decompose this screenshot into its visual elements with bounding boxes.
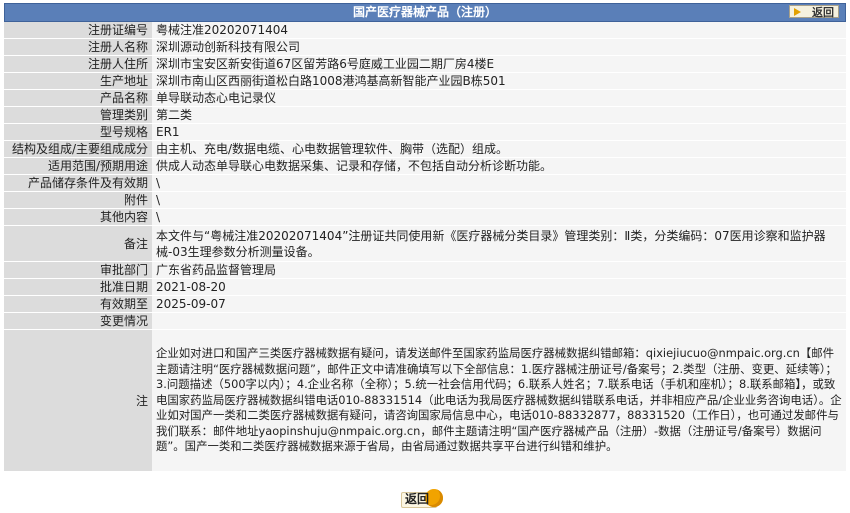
table-row: 生产地址 深圳市南山区西丽街道松白路1008港鸿基高新智能产业园B栋501: [4, 72, 846, 90]
field-value: 企业如对进口和国产三类医疗器械数据有疑问，请发送邮件至国家药监局医疗器械数据纠错…: [152, 329, 846, 472]
detail-table: 注册证编号 粤械注准20202071404 注册人名称 深圳源动创新科技有限公司…: [4, 22, 846, 472]
field-label: 批准日期: [4, 278, 152, 296]
table-row: 审批部门 广东省药品监督管理局: [4, 261, 846, 279]
table-row: 注册证编号 粤械注准20202071404: [4, 22, 846, 39]
field-value: 由主机、充电/数据电缆、心电数据管理软件、胸带（选配）组成。: [152, 140, 846, 158]
field-label: 生产地址: [4, 72, 152, 90]
field-value: \: [152, 191, 846, 209]
back-button-label: 返回: [812, 6, 834, 19]
field-label: 变更情况: [4, 312, 152, 330]
field-label: 注册人名称: [4, 38, 152, 56]
field-label: 其他内容: [4, 208, 152, 226]
field-label: 注: [4, 329, 152, 472]
field-label: 型号规格: [4, 123, 152, 141]
arrow-right-icon: [794, 8, 801, 16]
field-label: 注册证编号: [4, 22, 152, 39]
field-value: 单导联动态心电记录仪: [152, 89, 846, 107]
field-value: 第二类: [152, 106, 846, 124]
field-label: 备注: [4, 225, 152, 262]
field-label: 有效期至: [4, 295, 152, 313]
table-row: 注 企业如对进口和国产三类医疗器械数据有疑问，请发送邮件至国家药监局医疗器械数据…: [4, 329, 846, 472]
table-row: 注册人住所 深圳市宝安区新安街道67区留芳路6号庭威工业园二期厂房4楼E: [4, 55, 846, 73]
field-label: 结构及组成/主要组成成分: [4, 140, 152, 158]
field-label: 适用范围/预期用途: [4, 157, 152, 175]
field-label: 审批部门: [4, 261, 152, 279]
field-value: \: [152, 208, 846, 226]
table-row: 适用范围/预期用途 供成人动态单导联心电数据采集、记录和存储，不包括自动分析诊断…: [4, 157, 846, 175]
table-row: 产品名称 单导联动态心电记录仪: [4, 89, 846, 107]
table-row: 其他内容 \: [4, 208, 846, 226]
table-row: 型号规格 ER1: [4, 123, 846, 141]
field-label: 产品名称: [4, 89, 152, 107]
table-row: 产品储存条件及有效期 \: [4, 174, 846, 192]
table-row: 备注 本文件与“粤械注准20202071404”注册证共同使用新《医疗器械分类目…: [4, 225, 846, 262]
field-label: 管理类别: [4, 106, 152, 124]
field-value: 供成人动态单导联心电数据采集、记录和存储，不包括自动分析诊断功能。: [152, 157, 846, 175]
table-row: 变更情况: [4, 312, 846, 330]
field-label: 产品储存条件及有效期: [4, 174, 152, 192]
table-row: 附件 \: [4, 191, 846, 209]
table-row: 注册人名称 深圳源动创新科技有限公司: [4, 38, 846, 56]
field-value: 2025-09-07: [152, 295, 846, 313]
field-value: 深圳源动创新科技有限公司: [152, 38, 846, 56]
field-value: [152, 312, 846, 330]
back-button-top[interactable]: 返回: [789, 5, 839, 19]
field-value: 深圳市宝安区新安街道67区留芳路6号庭威工业园二期厂房4楼E: [152, 55, 846, 73]
field-label: 注册人住所: [4, 55, 152, 73]
field-value: 粤械注准20202071404: [152, 22, 846, 39]
field-value: 深圳市南山区西丽街道松白路1008港鸿基高新智能产业园B栋501: [152, 72, 846, 90]
table-row: 有效期至 2025-09-07: [4, 295, 846, 313]
back-button-bottom-label: 返回: [405, 492, 430, 506]
field-value: ER1: [152, 123, 846, 141]
title-bar: 国产医疗器械产品（注册） 返回: [4, 3, 846, 22]
field-value: \: [152, 174, 846, 192]
table-row: 结构及组成/主要组成成分 由主机、充电/数据电缆、心电数据管理软件、胸带（选配）…: [4, 140, 846, 158]
page-title: 国产医疗器械产品（注册）: [352, 5, 497, 19]
table-row: 批准日期 2021-08-20: [4, 278, 846, 296]
table-row: 管理类别 第二类: [4, 106, 846, 124]
detail-panel: 国产医疗器械产品（注册） 返回 注册证编号 粤械注准20202071404 注册…: [4, 3, 846, 472]
field-value: 广东省药品监督管理局: [152, 261, 846, 279]
back-button-bottom[interactable]: 返回: [401, 488, 443, 510]
field-value: 本文件与“粤械注准20202071404”注册证共同使用新《医疗器械分类目录》管…: [152, 225, 846, 262]
field-label: 附件: [4, 191, 152, 209]
field-value: 2021-08-20: [152, 278, 846, 296]
